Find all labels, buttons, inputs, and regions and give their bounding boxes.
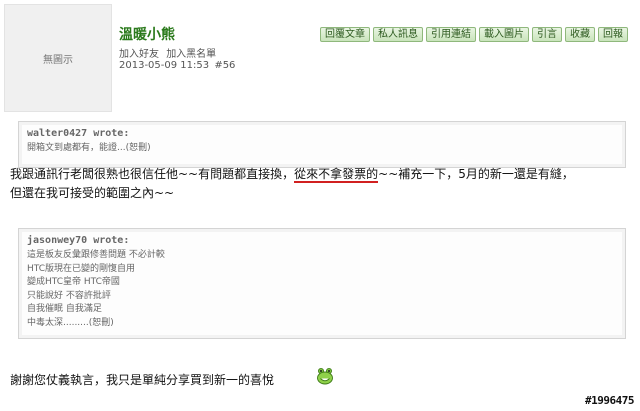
post-paragraph: 謝謝您仗義執言，我只是單純分享買到新一的喜悅 [10,373,275,387]
report-button[interactable]: 回報 [598,27,628,42]
post-toolbar: 回覆文章 私人訊息 引用連結 載入圖片 引言 收藏 回報 [320,27,628,42]
username[interactable]: 溫暖小熊 [119,24,175,44]
quote-line: 只能說好 不容許批評 [27,290,111,301]
underlined-phrase: 從來不拿發票的 [294,167,379,183]
paragraph-text: 我跟通訊行老闆很熟也很信任他~~有問題都直接換， [10,167,295,181]
post-paragraph: 我跟通訊行老闆很熟也很信任他~~有問題都直接換，從來不拿發票的~~補充一下，5月… [10,165,630,203]
avatar: 無圖示 [4,4,112,112]
quote-author: walter0427 wrote: [27,128,130,139]
reply-button[interactable]: 回覆文章 [320,27,370,42]
quote-line: 這是板友反彙跟修善問題 不必計較 [27,250,165,260]
post-meta: 2013-05-09 11:53 #56 [119,60,237,71]
quote-line: 中毒太深.........(恕刪) [27,317,114,328]
quote-block: jasonwey70 wrote: 這是板友反彙跟修善問題 不必計較 HTC版現… [18,228,626,339]
paragraph-text: 但還在我可接受的範圍之內~~ [10,186,175,200]
favorite-button[interactable]: 收藏 [565,27,595,42]
quote-button[interactable]: 引言 [532,27,562,42]
add-blacklist-link[interactable]: 加入黑名單 [166,49,216,60]
post-number[interactable]: #56 [214,60,235,71]
post-datetime: 2013-05-09 11:53 [119,60,210,71]
quote-line: HTC版現在已變的剛愎自用 [27,263,136,274]
quote-line: 自我催眠 自我滿足 [27,304,102,314]
load-images-button[interactable]: 載入圖片 [479,27,529,42]
quote-block: walter0427 wrote: 開箱文到處都有，能證...(恕刪) [18,121,626,168]
avatar-placeholder-text: 無圖示 [43,54,73,66]
paragraph-text: ~~補充一下，5月的新一還是有縫， [378,167,574,181]
smiley-icon [317,368,333,385]
user-links: 加入好友 加入黑名單 [119,45,220,60]
watermark-id: #1996475 [585,394,634,407]
private-message-button[interactable]: 私人訊息 [373,27,423,42]
quote-line: 變成HTC皇帝 HTC帝國 [27,277,120,287]
add-friend-link[interactable]: 加入好友 [119,49,159,60]
quote-line: 開箱文到處都有，能證...(恕刪) [27,143,151,153]
quote-link-button[interactable]: 引用連結 [426,27,476,42]
quote-author: jasonwey70 wrote: [27,235,130,246]
